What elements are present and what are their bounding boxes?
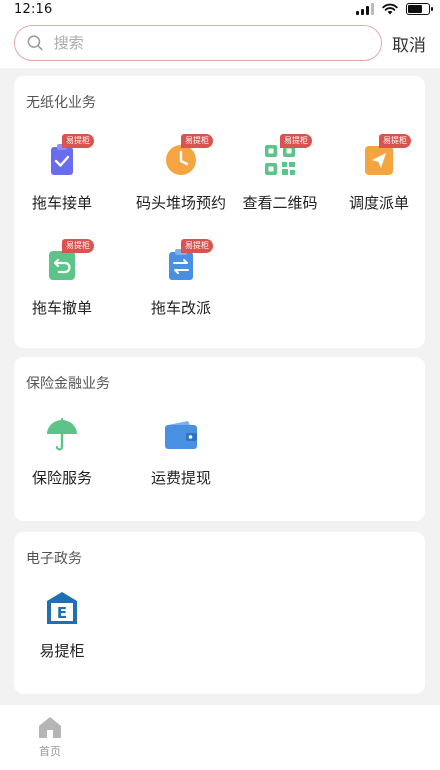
grid-item-insurance[interactable]: 保险服务 [12,417,112,488]
wifi-icon [382,3,398,15]
swap-icon: 易提柜 [163,239,213,283]
status-icons [356,3,433,15]
grid-item-label: 码头堆场预约 [135,194,226,212]
svg-text:E: E [57,604,67,622]
badge: 易提柜 [181,134,213,148]
section-insurance-finance: 保险金融业务 保险服务 运费提现 [14,357,425,521]
grid-item-label: 拖车撤单 [31,299,92,317]
grid-item-label: 调度派单 [348,194,409,212]
grid-item-label: 运费提现 [150,469,211,487]
cancel-button[interactable]: 取消 [392,31,426,56]
signal-icon [356,3,374,15]
badge: 易提柜 [181,239,213,253]
grid-item-label: 易提柜 [39,642,85,660]
grid-item-freight-withdraw[interactable]: 运费提现 [131,417,231,488]
grid-item-trailer-reassign[interactable]: 易提柜 拖车改派 [131,239,231,318]
tab-bar: 首页 [0,705,440,770]
tab-home[interactable]: 首页 [38,715,62,759]
search-header: 取消 [0,18,440,68]
qr-code-icon: 易提柜 [262,134,312,178]
grid-item-trailer-cancel[interactable]: 易提柜 拖车撤单 [12,239,112,318]
section-title: 电子政务 [26,551,82,567]
grid-item-dispatch[interactable]: 易提柜 调度派单 [329,134,429,213]
send-icon: 易提柜 [361,134,411,178]
app-screen: 12:16 取消 无纸化业务 [0,0,440,770]
grid-item-label: 保险服务 [31,469,92,487]
section-title: 保险金融业务 [26,376,110,392]
undo-icon: 易提柜 [44,239,94,283]
grid-item-label: 拖车接单 [31,194,92,212]
clipboard-check-icon: 易提柜 [44,134,94,178]
umbrella-icon [44,417,80,453]
wallet-icon [163,417,199,453]
badge: 易提柜 [379,134,411,148]
section-e-government: 电子政务 E 易提柜 [14,532,425,694]
badge: 易提柜 [62,239,94,253]
grid-item-view-qr[interactable]: 易提柜 查看二维码 [230,134,330,213]
clock-icon: 易提柜 [163,134,213,178]
battery-icon [406,3,433,15]
status-bar: 12:16 [0,0,440,18]
grid-item-trailer-accept[interactable]: 易提柜 拖车接单 [12,134,112,213]
badge: 易提柜 [62,134,94,148]
search-input[interactable] [53,34,369,52]
home-icon [39,717,61,738]
grid-item-terminal-booking[interactable]: 易提柜 码头堆场预约 [131,134,231,213]
e-cabinet-icon: E [44,590,80,626]
search-box[interactable] [14,25,382,61]
grid-item-label: 拖车改派 [150,299,211,317]
status-time: 12:16 [14,1,53,17]
section-paperless: 无纸化业务 易提柜 拖车接单 易提柜 码头堆场预约 易提柜 查看二维码 易提柜 … [14,76,425,348]
search-icon [27,35,43,51]
badge: 易提柜 [280,134,312,148]
section-title: 无纸化业务 [26,95,96,111]
grid-item-label: 查看二维码 [242,194,318,212]
tab-label: 首页 [39,745,61,758]
grid-item-e-cabinet[interactable]: E 易提柜 [12,590,112,661]
